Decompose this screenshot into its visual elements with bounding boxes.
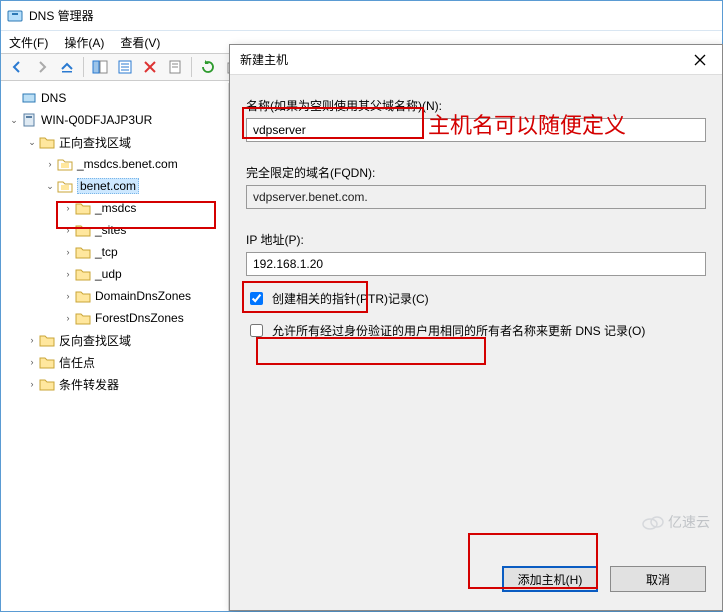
chevron-down-icon[interactable]: ⌄ [43, 179, 57, 193]
dialog-body: 名称(如果为空则使用其父域名称)(N): 完全限定的域名(FQDN): IP 地… [230, 75, 722, 354]
chevron-right-icon[interactable]: › [61, 223, 75, 237]
chevron-right-icon[interactable]: › [25, 377, 39, 391]
toolbar-separator [191, 57, 192, 77]
chevron-right-icon[interactable]: › [25, 333, 39, 347]
list-button[interactable] [113, 55, 137, 79]
chevron-right-icon[interactable]: › [61, 267, 75, 281]
ip-input[interactable] [246, 252, 706, 276]
tree-node-udp[interactable]: › _udp [1, 263, 228, 285]
folder-icon [75, 200, 91, 216]
back-button[interactable] [5, 55, 29, 79]
zone-icon [57, 178, 73, 194]
forward-button[interactable] [30, 55, 54, 79]
tree-node-forwarder[interactable]: › 条件转发器 [1, 373, 228, 395]
ptr-checkbox-row[interactable]: 创建相关的指针(PTR)记录(C) [246, 290, 706, 308]
refresh-button[interactable] [196, 55, 220, 79]
chevron-icon [7, 91, 21, 105]
titlebar: DNS 管理器 [1, 1, 722, 31]
chevron-right-icon[interactable]: › [25, 355, 39, 369]
chevron-right-icon[interactable]: › [43, 157, 57, 171]
tree-node-trust[interactable]: › 信任点 [1, 351, 228, 373]
chevron-right-icon[interactable]: › [61, 201, 75, 215]
folder-icon [75, 266, 91, 282]
window-title: DNS 管理器 [29, 7, 94, 24]
delete-button[interactable] [138, 55, 162, 79]
dialog-titlebar: 新建主机 [230, 45, 722, 75]
name-label: 名称(如果为空则使用其父域名称)(N): [246, 97, 706, 114]
dialog-title: 新建主机 [240, 51, 288, 68]
tree-node-zone-msdcs[interactable]: › _msdcs.benet.com [1, 153, 228, 175]
tree-node-dns[interactable]: DNS [1, 87, 228, 109]
dns-manager-window: DNS 管理器 文件(F) 操作(A) 查看(V) ? i ? [0, 0, 723, 612]
chevron-down-icon[interactable]: ⌄ [7, 113, 21, 127]
cancel-button[interactable]: 取消 [610, 566, 706, 592]
fqdn-label: 完全限定的域名(FQDN): [246, 164, 706, 181]
menu-view[interactable]: 查看(V) [120, 34, 160, 51]
tree-node-msdcs[interactable]: › _msdcs [1, 197, 228, 219]
chevron-down-icon[interactable]: ⌄ [25, 135, 39, 149]
properties-button[interactable] [163, 55, 187, 79]
tree-node-server[interactable]: ⌄ WIN-Q0DFJAJP3UR [1, 109, 228, 131]
tree-view[interactable]: DNS ⌄ WIN-Q0DFJAJP3UR ⌄ 正向查找区域 › _m [1, 83, 229, 611]
auth-checkbox-row[interactable]: 允许所有经过身份验证的用户用相同的所有者名称来更新 DNS 记录(O) [246, 322, 706, 340]
new-host-dialog: 新建主机 名称(如果为空则使用其父域名称)(N): 完全限定的域名(FQDN):… [229, 44, 723, 611]
tree-node-zone-benet[interactable]: ⌄ benet.com [1, 175, 228, 197]
folder-icon [39, 134, 55, 150]
name-input[interactable] [246, 118, 706, 142]
tree-node-domaindnszones[interactable]: › DomainDnsZones [1, 285, 228, 307]
chevron-right-icon[interactable]: › [61, 289, 75, 303]
up-button[interactable] [55, 55, 79, 79]
chevron-right-icon[interactable]: › [61, 245, 75, 259]
app-icon [7, 8, 23, 24]
menu-action[interactable]: 操作(A) [64, 34, 104, 51]
chevron-right-icon[interactable]: › [61, 311, 75, 325]
ptr-checkbox[interactable] [250, 292, 263, 305]
folder-icon [75, 288, 91, 304]
folder-icon [75, 310, 91, 326]
menu-file[interactable]: 文件(F) [9, 34, 48, 51]
dns-icon [21, 90, 37, 106]
auth-checkbox[interactable] [250, 324, 263, 337]
tree-node-forestdnszones[interactable]: › ForestDnsZones [1, 307, 228, 329]
show-hide-button[interactable] [88, 55, 112, 79]
folder-icon [39, 354, 55, 370]
watermark: 亿速云 [642, 512, 710, 532]
auth-label: 允许所有经过身份验证的用户用相同的所有者名称来更新 DNS 记录(O) [272, 322, 645, 340]
close-button[interactable] [677, 45, 722, 75]
add-host-button[interactable]: 添加主机(H) [502, 566, 598, 592]
folder-icon [39, 332, 55, 348]
ptr-label: 创建相关的指针(PTR)记录(C) [272, 290, 429, 308]
folder-icon [39, 376, 55, 392]
folder-icon [75, 222, 91, 238]
tree-node-reverse-zone[interactable]: › 反向查找区域 [1, 329, 228, 351]
server-icon [21, 112, 37, 128]
tree-node-tcp[interactable]: › _tcp [1, 241, 228, 263]
tree-node-forward-zone[interactable]: ⌄ 正向查找区域 [1, 131, 228, 153]
ip-label: IP 地址(P): [246, 231, 706, 248]
toolbar-separator [83, 57, 84, 77]
tree-node-sites[interactable]: › _sites [1, 219, 228, 241]
folder-icon [75, 244, 91, 260]
fqdn-input [246, 185, 706, 209]
zone-icon [57, 156, 73, 172]
dialog-buttons: 添加主机(H) 取消 [502, 566, 706, 592]
